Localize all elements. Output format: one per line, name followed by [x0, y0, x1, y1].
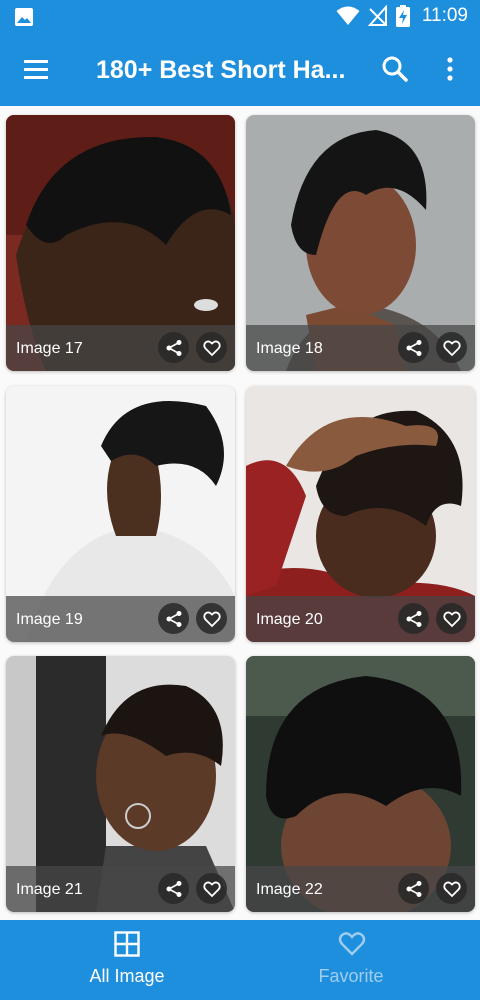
- heart-outline-icon: [442, 881, 461, 897]
- no-signal-icon: [367, 5, 387, 26]
- tab-favorite[interactable]: Favorite: [231, 920, 471, 1000]
- heart-outline-icon: [442, 340, 461, 356]
- image-card[interactable]: Image 19: [6, 386, 235, 642]
- status-bar: 11:09: [0, 0, 480, 34]
- grid-icon: [114, 931, 140, 957]
- tab-label: Favorite: [318, 966, 384, 986]
- share-icon: [166, 610, 181, 627]
- image-grid[interactable]: Image 17 Image 18 Image 19 Image 20 Imag…: [0, 106, 480, 920]
- share-icon: [166, 880, 181, 897]
- share-button[interactable]: [158, 603, 189, 634]
- share-icon: [406, 339, 421, 356]
- image-card[interactable]: Image 20: [246, 386, 475, 642]
- more-options-button[interactable]: [440, 56, 460, 84]
- image-card[interactable]: Image 17: [6, 115, 235, 371]
- image-caption: Image 20: [256, 611, 323, 628]
- image-caption: Image 18: [256, 340, 323, 357]
- tab-all-image[interactable]: All Image: [7, 920, 247, 1000]
- share-icon: [406, 610, 421, 627]
- page-title: 180+ Best Short Ha...: [96, 56, 346, 84]
- image-caption: Image 21: [16, 881, 83, 898]
- search-button[interactable]: [380, 54, 410, 84]
- app-bar: 180+ Best Short Ha...: [0, 34, 480, 106]
- share-icon: [166, 339, 181, 356]
- gallery-icon: [15, 8, 33, 26]
- share-button[interactable]: [398, 603, 429, 634]
- bottom-navigation: All Image Favorite: [0, 920, 480, 1000]
- image-card[interactable]: Image 22: [246, 656, 475, 912]
- menu-icon: [24, 60, 48, 79]
- image-caption: Image 22: [256, 881, 323, 898]
- heart-outline-icon: [442, 611, 461, 627]
- image-caption: Image 17: [16, 340, 83, 357]
- heart-outline-icon: [202, 881, 221, 897]
- tab-label: All Image: [89, 966, 165, 986]
- battery-charging-icon: [395, 5, 410, 27]
- heart-outline-icon: [338, 932, 366, 956]
- heart-outline-icon: [202, 340, 221, 356]
- share-button[interactable]: [158, 332, 189, 363]
- wifi-icon: [336, 6, 360, 25]
- share-icon: [406, 880, 421, 897]
- favorite-button[interactable]: [196, 603, 227, 634]
- image-card[interactable]: Image 18: [246, 115, 475, 371]
- image-caption: Image 19: [16, 611, 83, 628]
- share-button[interactable]: [398, 873, 429, 904]
- favorite-button[interactable]: [436, 603, 467, 634]
- share-button[interactable]: [398, 332, 429, 363]
- search-icon: [382, 56, 408, 82]
- favorite-button[interactable]: [196, 873, 227, 904]
- status-time: 11:09: [421, 5, 468, 26]
- favorite-button[interactable]: [436, 332, 467, 363]
- image-card[interactable]: Image 21: [6, 656, 235, 912]
- more-vert-icon: [447, 57, 453, 81]
- menu-button[interactable]: [22, 56, 52, 84]
- favorite-button[interactable]: [196, 332, 227, 363]
- heart-outline-icon: [202, 611, 221, 627]
- share-button[interactable]: [158, 873, 189, 904]
- favorite-button[interactable]: [436, 873, 467, 904]
